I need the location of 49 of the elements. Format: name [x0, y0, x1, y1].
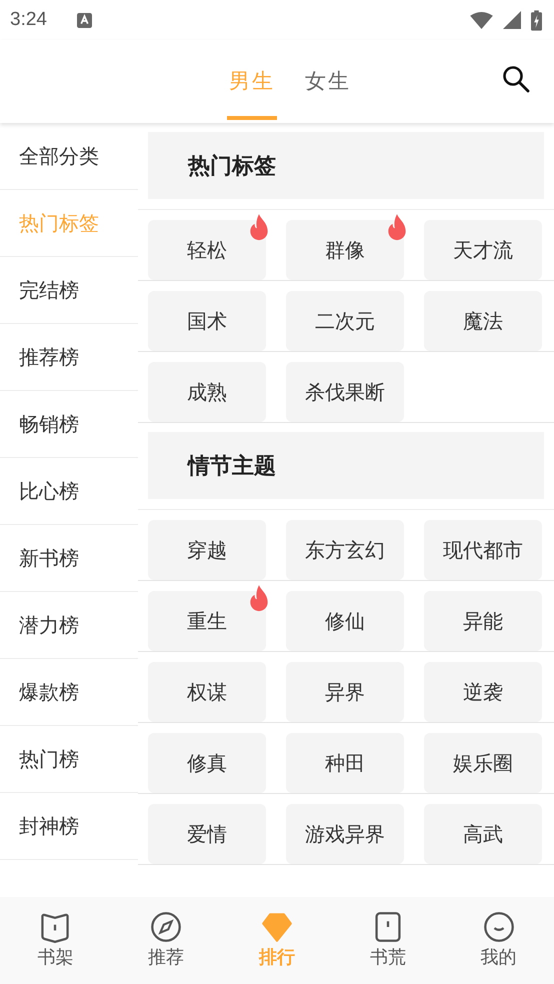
tag-chip[interactable]: 异能 [424, 591, 542, 651]
book-icon[interactable] [39, 911, 72, 943]
smile-icon[interactable] [482, 911, 515, 943]
sidebar-item[interactable]: 完结榜 [0, 257, 138, 324]
tag-chip[interactable]: 国术 [148, 291, 266, 351]
sidebar-item[interactable]: 爆款榜 [0, 659, 138, 726]
battery-icon [531, 10, 542, 30]
tag-chip[interactable]: 重生 [148, 591, 266, 651]
tag-chip[interactable]: 穿越 [148, 520, 266, 580]
tag-chip[interactable]: 轻松 [148, 220, 266, 280]
tag-chip[interactable]: 游戏异界 [286, 804, 404, 864]
section-heading: 热门标签 [148, 132, 544, 199]
sidebar-item[interactable]: 新书榜 [0, 525, 138, 592]
tag-chip[interactable]: 种田 [286, 733, 404, 793]
keyboard-notification-icon [76, 12, 92, 28]
compass-icon[interactable] [150, 911, 182, 943]
sidebar-item[interactable]: 封神榜 [0, 793, 138, 860]
nav-tab[interactable]: 我的 [480, 945, 517, 969]
wifi-icon [470, 12, 493, 28]
tag-chip[interactable]: 成熟 [148, 362, 266, 422]
tag-chip[interactable]: 修真 [148, 733, 266, 793]
sidebar-item[interactable]: 全部分类 [0, 123, 138, 190]
nav-tab[interactable]: 书架 [37, 945, 74, 969]
tag-chip[interactable]: 异界 [286, 662, 404, 722]
tag-chip[interactable]: 逆袭 [424, 662, 542, 722]
tag-chip[interactable]: 修仙 [286, 591, 404, 651]
sidebar-item[interactable]: 热门榜 [0, 726, 138, 793]
gender-tab[interactable]: 女生 [303, 62, 353, 120]
sidebar-item[interactable]: 潜力榜 [0, 592, 138, 659]
signal-icon [503, 11, 521, 29]
sidebar-item[interactable]: 畅销榜 [0, 391, 138, 458]
search-icon[interactable] [502, 65, 530, 93]
sidebar-item[interactable]: 推荐榜 [0, 324, 138, 391]
tag-chip[interactable]: 魔法 [424, 291, 542, 351]
sidebar-item[interactable]: 比心榜 [0, 458, 138, 525]
tag-chip[interactable]: 东方玄幻 [286, 520, 404, 580]
tag-chip[interactable]: 娱乐圈 [424, 733, 542, 793]
tag-chip[interactable]: 天才流 [424, 220, 542, 280]
tag-chip[interactable]: 群像 [286, 220, 404, 280]
tag-chip[interactable]: 二次元 [286, 291, 404, 351]
status-time: 3:24 [10, 9, 47, 31]
tag-chip[interactable]: 杀伐果断 [286, 362, 404, 422]
nav-tab[interactable]: 推荐 [148, 945, 184, 969]
nav-tab[interactable]: 书荒 [370, 945, 406, 969]
tag-chip[interactable]: 爱情 [148, 804, 266, 864]
tag-chip[interactable]: 权谋 [148, 662, 266, 722]
tag-chip[interactable]: 高武 [424, 804, 542, 864]
tag-chip[interactable]: 现代都市 [424, 520, 542, 580]
section-heading: 情节主题 [148, 432, 544, 499]
